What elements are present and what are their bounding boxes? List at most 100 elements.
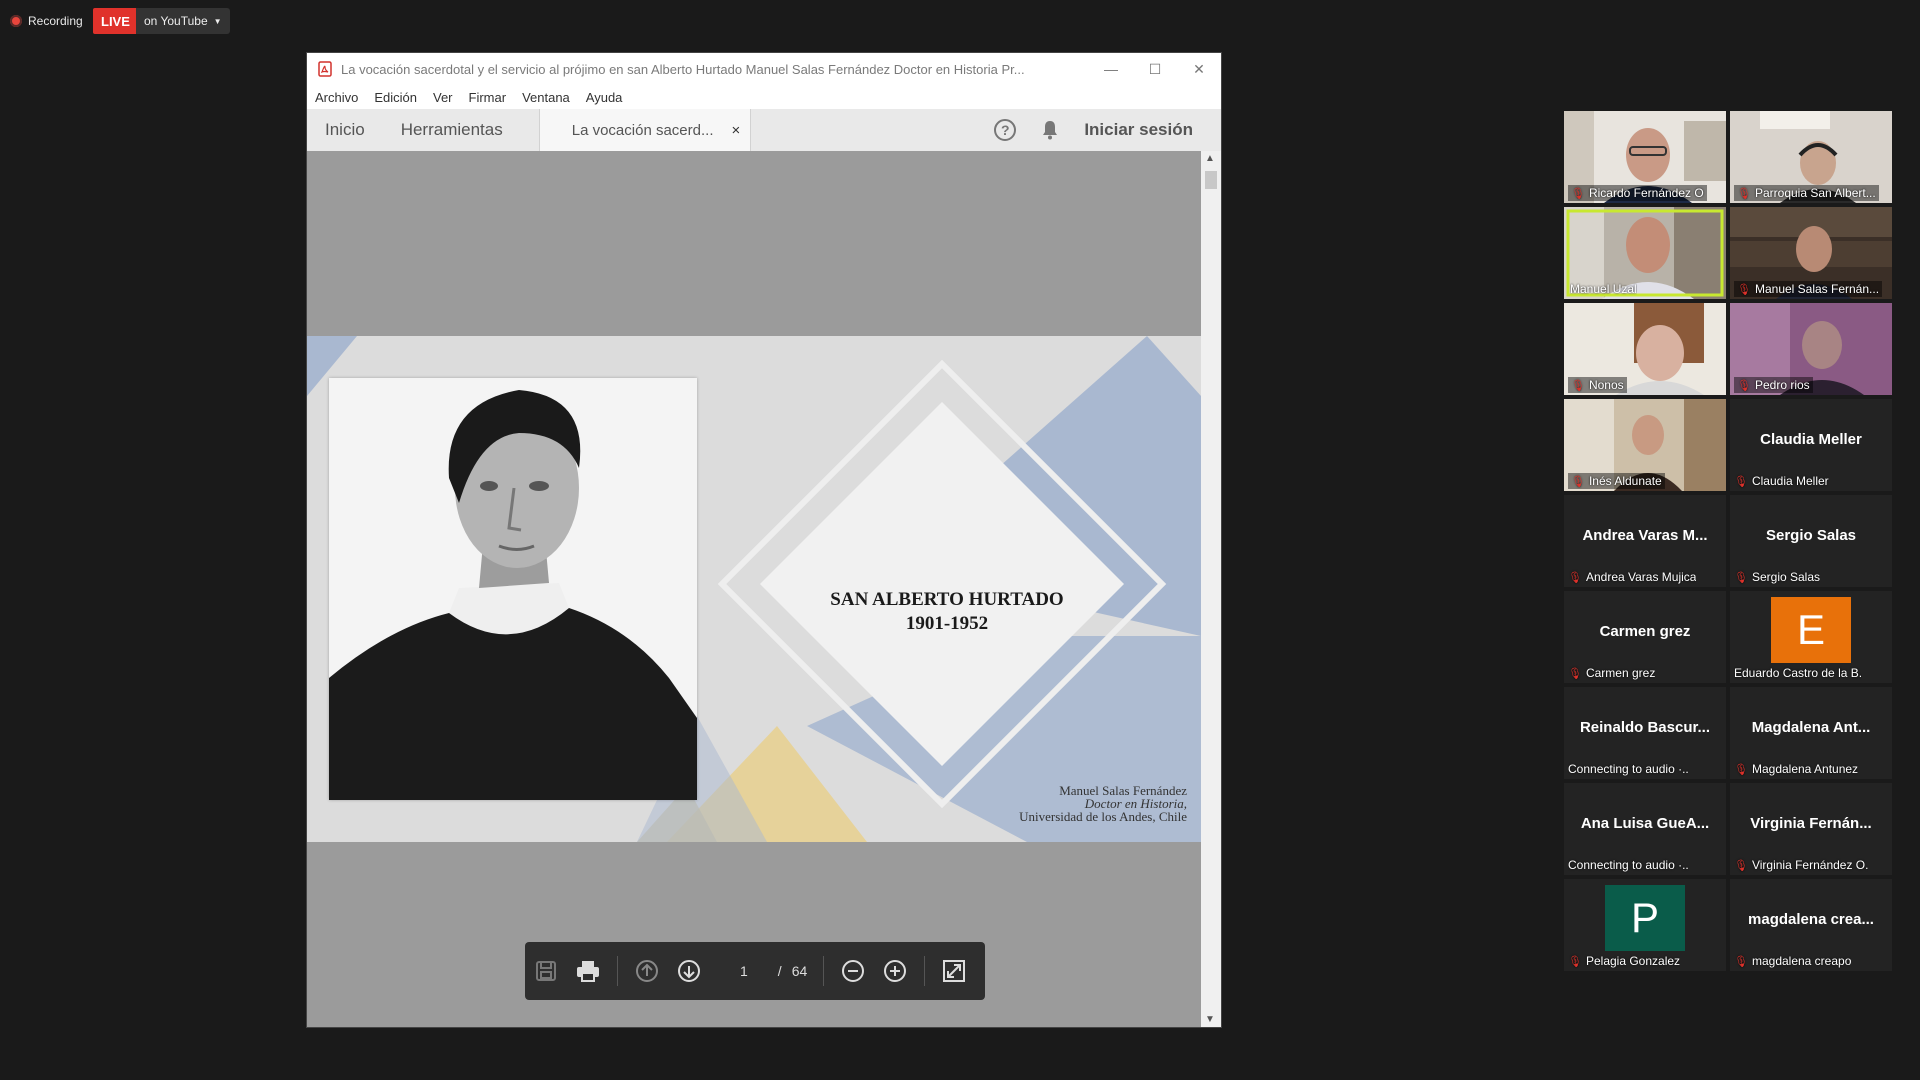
menu-archivo[interactable]: Archivo [315,90,358,105]
menu-ver[interactable]: Ver [433,90,453,105]
scroll-up-icon[interactable]: ▲ [1205,153,1215,164]
participant-tile[interactable]: Andrea Varas M... 🎙 Andrea Varas Mujica [1564,495,1726,587]
floating-page-toolbar: 1 / 64 [525,942,985,1000]
pdf-app-icon [317,61,333,77]
participant-tile-active-speaker[interactable]: Manuel Uzal [1564,207,1726,299]
scroll-down-icon[interactable]: ▼ [1205,1014,1215,1025]
muted-mic-icon: 🎙 [1734,571,1748,584]
recording-label: Recording [28,14,83,28]
tab-inicio[interactable]: Inicio [307,109,383,151]
tab-herramientas[interactable]: Herramientas [383,109,521,151]
participant-tile[interactable]: 🎙 Parroquia San Albert... [1730,111,1892,203]
next-page-icon[interactable] [674,956,704,986]
total-pages: 64 [791,963,808,979]
participant-display-name: Ana Luisa GueA... [1580,815,1710,832]
participant-status: Connecting to audio ·.. [1568,858,1689,872]
participant-name: 🎙 Ricardo Fernández O [1568,185,1707,201]
muted-mic-icon: 🎙 [1734,859,1748,872]
participant-tile[interactable]: Sergio Salas 🎙 Sergio Salas [1730,495,1892,587]
participant-tile[interactable]: Carmen grez 🎙 Carmen grez [1564,591,1726,683]
participant-tile[interactable]: 🎙 Ricardo Fernández O [1564,111,1726,203]
close-tab-icon[interactable]: × [731,122,740,139]
participant-avatar: P [1605,885,1685,951]
participant-tile[interactable]: Virginia Fernán... 🎙 Virginia Fernández O… [1730,783,1892,875]
current-page-input[interactable]: 1 [740,963,748,979]
stream-destination-dropdown[interactable]: on YouTube ▼ [136,8,230,34]
participant-name: Eduardo Castro de la B. [1734,666,1863,680]
participant-name: 🎙 Nonos [1568,377,1627,393]
participant-tile[interactable]: Ana Luisa GueA... Connecting to audio ·.… [1564,783,1726,875]
pdf-reader-window: La vocación sacerdotal y el servicio al … [307,53,1221,1027]
portrait-image [329,378,697,800]
participant-display-name: Sergio Salas [1765,527,1857,544]
scroll-thumb[interactable] [1205,171,1217,189]
portrait-photo [329,378,697,800]
participant-display-name: Claudia Meller [1760,431,1862,448]
slide-author: Manuel Salas Fernández Doctor en Histori… [1019,784,1187,823]
stream-destination-label: on YouTube [144,14,208,28]
print-icon[interactable] [573,956,603,986]
toolbar-separator [924,956,926,986]
live-badge[interactable]: LIVE [93,8,138,34]
muted-mic-icon: 🎙 [1737,187,1751,200]
window-title: La vocación sacerdotal y el servicio al … [341,61,1025,77]
previous-page-icon[interactable] [632,956,662,986]
zoom-in-icon[interactable] [880,956,910,986]
muted-mic-icon: 🎙 [1737,379,1751,392]
document-tab[interactable]: La vocación sacerd... × [538,109,752,151]
participant-display-name: Reinaldo Bascur... [1579,719,1711,736]
maximize-button[interactable]: ☐ [1133,53,1177,85]
participant-display-name: Magdalena Ant... [1751,719,1871,736]
participant-name: 🎙 Pelagia Gonzalez [1568,954,1681,968]
menu-bar: Archivo Edición Ver Firmar Ventana Ayuda [307,85,1221,109]
slide-title: SAN ALBERTO HURTADO 1901-1952 [747,588,1147,636]
participant-tile[interactable]: P 🎙 Pelagia Gonzalez [1564,879,1726,971]
participant-tile[interactable]: 🎙 Inés Aldunate [1564,399,1726,491]
participant-tile[interactable]: E Eduardo Castro de la B. [1730,591,1892,683]
muted-mic-icon: 🎙 [1568,571,1582,584]
participant-tile[interactable]: Magdalena Ant... 🎙 Magdalena Antunez [1730,687,1892,779]
participant-tile[interactable]: 🎙 Pedro rios [1730,303,1892,395]
sign-in-button[interactable]: Iniciar sesión [1084,120,1193,140]
author-university: Universidad de los Andes, Chile [1019,809,1187,824]
toolbar-separator [823,956,825,986]
document-viewer[interactable]: SAN ALBERTO HURTADO 1901-1952 Manuel Sal… [307,151,1201,1027]
participant-tile[interactable]: magdalena crea... 🎙 magdalena creapo [1730,879,1892,971]
participant-name: 🎙 Parroquia San Albert... [1734,185,1879,201]
participant-name: 🎙 Andrea Varas Mujica [1568,570,1697,584]
close-window-button[interactable]: ✕ [1177,53,1221,85]
fit-page-icon[interactable] [939,956,969,986]
participant-name: 🎙 Inés Aldunate [1568,473,1665,489]
participant-name: 🎙 Manuel Salas Fernán... [1734,281,1883,297]
participant-name: 🎙 magdalena creapo [1734,954,1852,968]
participant-tile[interactable]: Claudia Meller 🎙 Claudia Meller [1730,399,1892,491]
zoom-out-icon[interactable] [838,956,868,986]
participant-name: 🎙 Magdalena Antunez [1734,762,1859,776]
minimize-button[interactable]: — [1089,53,1133,85]
participant-display-name: Andrea Varas M... [1582,527,1708,544]
participant-tile[interactable]: Reinaldo Bascur... Connecting to audio ·… [1564,687,1726,779]
participant-name: Manuel Uzal [1570,282,1637,296]
caret-down-icon: ▼ [213,16,222,26]
menu-ayuda[interactable]: Ayuda [586,90,623,105]
muted-mic-icon: 🎙 [1571,379,1585,392]
title-bar: La vocación sacerdotal y el servicio al … [307,53,1221,85]
menu-firmar[interactable]: Firmar [469,90,507,105]
menu-edicion[interactable]: Edición [374,90,417,105]
main-toolbar: Inicio Herramientas La vocación sacerd..… [307,109,1221,152]
participant-name: 🎙 Sergio Salas [1734,570,1821,584]
save-icon[interactable] [531,956,561,986]
participant-name: 🎙 Claudia Meller [1734,474,1829,488]
bell-icon[interactable] [1040,120,1060,140]
vertical-scrollbar[interactable]: ▲ ▼ [1201,151,1221,1027]
muted-mic-icon: 🎙 [1734,763,1748,776]
participant-name: 🎙 Virginia Fernández O. [1734,858,1869,872]
participant-display-name: Virginia Fernán... [1750,815,1872,832]
help-icon[interactable]: ? [994,119,1017,141]
slide-title-name: SAN ALBERTO HURTADO [830,589,1064,610]
participant-tile[interactable]: 🎙 Manuel Salas Fernán... [1730,207,1892,299]
participant-tile[interactable]: 🎙 Nonos [1564,303,1726,395]
participant-name: 🎙 Pedro rios [1734,377,1813,393]
recording-indicator[interactable]: Recording [10,8,83,34]
menu-ventana[interactable]: Ventana [522,90,570,105]
